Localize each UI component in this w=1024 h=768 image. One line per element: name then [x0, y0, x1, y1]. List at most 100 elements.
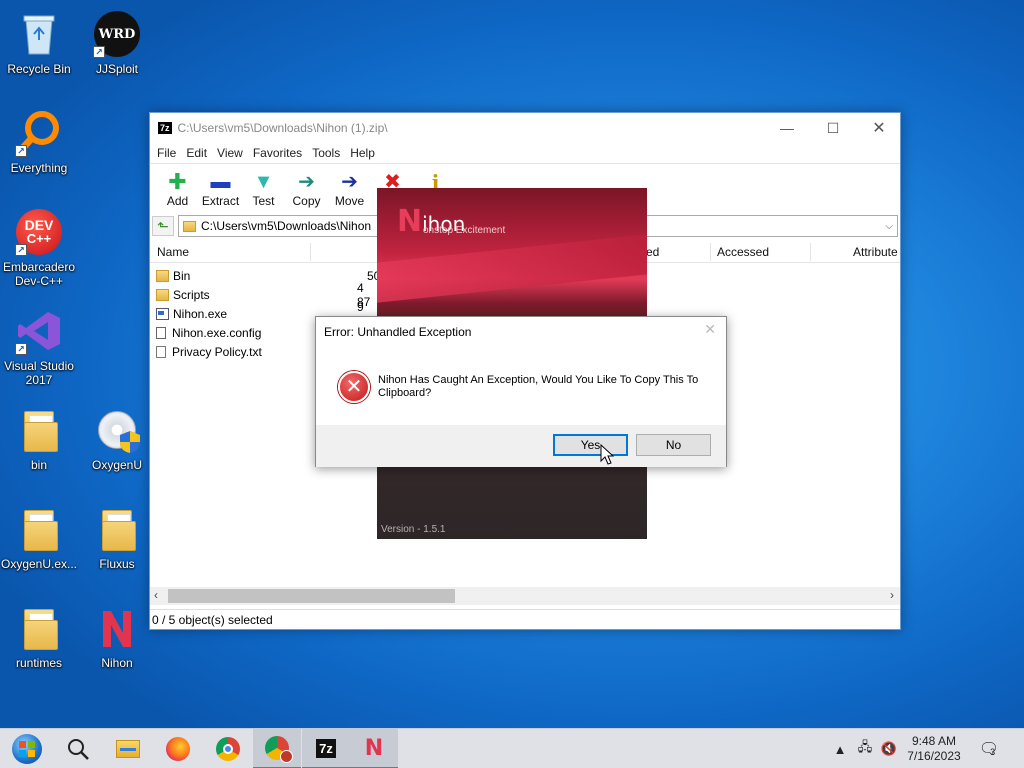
- scroll-left-icon[interactable]: ‹: [154, 588, 158, 602]
- file-row-privacy-policy[interactable]: Privacy Policy.txt: [156, 342, 262, 361]
- taskbar-firefox[interactable]: [154, 729, 202, 768]
- sevenzip-app-icon: 7z: [158, 122, 172, 134]
- exe-file-icon: [156, 307, 169, 320]
- chrome-profile-icon: [265, 736, 293, 763]
- status-bar: 0 / 5 object(s) selected: [150, 609, 900, 630]
- move-button[interactable]: ➔ Move: [328, 170, 371, 208]
- mouse-cursor-icon: [600, 444, 614, 465]
- file-explorer-icon: [116, 740, 140, 758]
- column-name[interactable]: Name: [157, 245, 189, 259]
- add-button[interactable]: ✚ Add: [156, 170, 199, 209]
- copy-button[interactable]: ➔ Copy: [285, 170, 328, 208]
- volume-muted-icon[interactable]: 🔇: [878, 729, 900, 768]
- taskbar-chrome-profile[interactable]: [253, 729, 301, 768]
- desktop-icon-oxygenu[interactable]: OxygenU: [77, 400, 157, 490]
- folder-icon: [156, 288, 169, 301]
- error-dialog[interactable]: Error: Unhandled Exception ✕ ✕ Nihon Has…: [315, 316, 727, 467]
- file-row-nihon-exe[interactable]: Nihon.exe9 13: [156, 300, 370, 328]
- dialog-close-button[interactable]: ✕: [704, 321, 716, 338]
- desktop-icon-recycle-bin[interactable]: Recycle Bin: [0, 4, 79, 94]
- everything-search-icon: ↗: [15, 109, 63, 157]
- menu-file[interactable]: File: [152, 146, 181, 160]
- nihon-app-icon: [93, 604, 141, 652]
- no-button[interactable]: No: [636, 434, 711, 456]
- title-bar[interactable]: 7z C:\Users\vm5\Downloads\Nihon (1).zip\…: [150, 113, 900, 143]
- taskbar-file-explorer[interactable]: [104, 729, 152, 768]
- maximize-button[interactable]: ☐: [810, 113, 856, 143]
- scroll-right-icon[interactable]: ›: [890, 588, 894, 602]
- window-title: C:\Users\vm5\Downloads\Nihon (1).zip\: [177, 121, 388, 135]
- menu-tools[interactable]: Tools: [307, 146, 345, 160]
- chrome-icon: [216, 737, 240, 761]
- desktop-icon-fluxus[interactable]: Fluxus: [77, 499, 157, 589]
- desktop-icon-visual-studio[interactable]: ↗ Visual Studio 2017: [0, 301, 79, 391]
- shortcut-arrow-icon: ↗: [93, 46, 105, 58]
- column-attributes[interactable]: Attribute: [853, 245, 898, 259]
- up-folder-icon[interactable]: ⬑: [152, 216, 174, 236]
- horizontal-scrollbar[interactable]: ‹ ›: [150, 587, 900, 605]
- extract-icon: ▬: [210, 171, 231, 193]
- shortcut-arrow-icon: ↗: [15, 343, 27, 355]
- minimize-button[interactable]: —: [764, 113, 810, 143]
- desktop-icon-runtimes[interactable]: runtimes: [0, 598, 79, 688]
- dialog-title: Error: Unhandled Exception: [324, 325, 472, 339]
- file-row-nihon-config[interactable]: Nihon.exe.config: [156, 323, 261, 342]
- menu-edit[interactable]: Edit: [181, 146, 212, 160]
- notification-count: 3: [990, 747, 996, 757]
- folder-icon: [15, 604, 63, 652]
- file-row-scripts[interactable]: Scripts 4 87: [156, 281, 370, 309]
- folder-icon: [15, 505, 63, 553]
- shortcut-arrow-icon: ↗: [15, 244, 27, 256]
- clock-time: 9:48 AM: [911, 734, 957, 748]
- desktop-icon-devcpp[interactable]: DEV C++ ↗ Embarcadero Dev-C++: [0, 202, 79, 292]
- splash-subtitle: onstop Excitement: [423, 225, 506, 236]
- copy-icon: ➔: [298, 171, 315, 193]
- test-icon: ▼: [253, 171, 274, 193]
- folder-icon: [93, 505, 141, 553]
- notification-center-button[interactable]: 🗨 3: [972, 729, 1002, 768]
- folder-icon: [15, 406, 63, 454]
- jjsploit-icon: WRD ↗: [93, 10, 141, 58]
- shortcut-arrow-icon: ↗: [15, 145, 27, 157]
- visual-studio-icon: ↗: [15, 307, 63, 355]
- nihon-taskbar-icon: N: [364, 735, 384, 761]
- clock-date: 7/16/2023: [907, 749, 961, 763]
- start-button[interactable]: [3, 729, 51, 768]
- scrollbar-thumb[interactable]: [168, 589, 455, 603]
- close-button[interactable]: ✕: [856, 113, 902, 143]
- network-icon[interactable]: 🖧: [854, 729, 876, 768]
- menu-view[interactable]: View: [212, 146, 248, 160]
- file-row-bin[interactable]: Bin 50: [156, 266, 380, 285]
- notification-icon: 🗨: [978, 741, 1000, 758]
- menu-favorites[interactable]: Favorites: [248, 146, 307, 160]
- taskbar-nihon[interactable]: N: [350, 729, 398, 768]
- desktop-icon-oxygenu-folder[interactable]: OxygenU.ex...: [0, 499, 79, 589]
- tray-overflow-icon[interactable]: ▲: [832, 729, 848, 768]
- dialog-message: Nihon Has Caught An Exception, Would You…: [378, 374, 699, 399]
- taskbar: 7z N ▲ 🖧 🔇 9:48 AM 7/16/2023 🗨 3: [0, 728, 1024, 768]
- 7zip-icon: 7z: [316, 738, 336, 758]
- desktop-icon-everything[interactable]: ↗ Everything: [0, 103, 79, 193]
- config-file-icon: [156, 326, 166, 339]
- chevron-down-icon[interactable]: ⌵: [885, 221, 893, 232]
- desktop-icon-jjsploit[interactable]: WRD ↗ JJSploit: [77, 4, 157, 94]
- column-modified[interactable]: ed: [646, 245, 659, 259]
- search-icon: [68, 739, 89, 760]
- menu-bar: File Edit View Favorites Tools Help: [150, 143, 900, 163]
- menu-help[interactable]: Help: [345, 146, 380, 160]
- extract-button[interactable]: ▬ Extract: [199, 170, 242, 208]
- yes-button[interactable]: Yes: [553, 434, 628, 456]
- desktop-icon-bin[interactable]: bin: [0, 400, 79, 490]
- column-accessed[interactable]: Accessed: [717, 245, 769, 259]
- test-button[interactable]: ▼ Test: [242, 170, 285, 208]
- taskbar-chrome[interactable]: [204, 729, 252, 768]
- text-file-icon: [156, 345, 166, 358]
- desktop-icon-nihon[interactable]: Nihon: [77, 598, 157, 688]
- search-button[interactable]: [54, 729, 102, 768]
- recycle-bin-icon: [15, 10, 63, 58]
- error-icon: ✕: [338, 371, 370, 403]
- clock[interactable]: 9:48 AM 7/16/2023: [902, 729, 966, 768]
- taskbar-7zip[interactable]: 7z: [302, 729, 350, 768]
- start-icon: [12, 734, 42, 764]
- devcpp-icon: DEV C++ ↗: [15, 208, 63, 256]
